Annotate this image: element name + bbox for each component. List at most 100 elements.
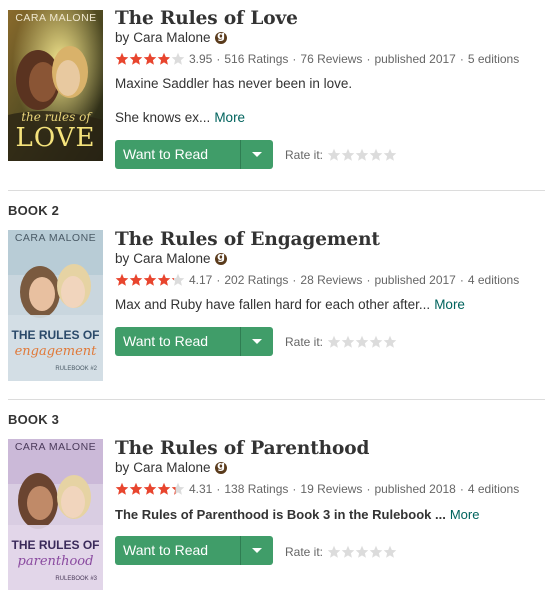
by-label: by	[115, 460, 130, 475]
rate-it-label-3: Rate it:	[285, 545, 324, 559]
description-line2-1: She knows ex... More	[115, 110, 245, 125]
published-1: published 2017	[374, 52, 456, 66]
description-line1-1: Maxine Saddler has never been in love.	[115, 76, 353, 91]
book-title-1[interactable]: The Rules of Love	[115, 8, 298, 29]
chevron-down-icon	[252, 339, 262, 344]
rating-stars-1	[115, 52, 185, 66]
author-link-2[interactable]: Cara Malone	[133, 251, 210, 266]
description-text-2: Max and Ruby have fallen hard for each o…	[115, 297, 431, 312]
more-link-3[interactable]: More	[450, 507, 480, 522]
rate-star-icon[interactable]	[327, 148, 341, 162]
rate-star-icon[interactable]	[383, 148, 397, 162]
goodreads-author-icon	[214, 29, 227, 44]
rate-star-icon[interactable]	[341, 335, 355, 349]
by-label: by	[115, 30, 130, 45]
reviews-count-2: 28 Reviews	[300, 273, 363, 287]
book-title-2[interactable]: The Rules of Engagement	[115, 229, 380, 250]
star-icon	[157, 273, 171, 286]
want-to-read-button-1[interactable]: Want to Read	[115, 140, 241, 169]
more-link-1[interactable]: More	[214, 110, 245, 125]
rate-stars-input-2[interactable]	[327, 335, 397, 349]
star-icon	[129, 273, 143, 286]
editions-link-2[interactable]: 4 editions	[468, 273, 519, 287]
rate-star-icon[interactable]	[341, 545, 355, 559]
author-link-3[interactable]: Cara Malone	[133, 460, 210, 475]
rate-star-icon[interactable]	[355, 545, 369, 559]
byline-1: by Cara Malone	[115, 29, 227, 45]
rating-stars-2	[115, 273, 185, 287]
want-to-read-group-1: Want to Read	[115, 140, 273, 169]
star-icon	[129, 482, 143, 495]
cover-author-1: CARA MALONE	[15, 12, 97, 24]
star-icon	[143, 273, 157, 286]
shelf-dropdown-button-3[interactable]	[241, 536, 273, 565]
rate-stars-input-1[interactable]	[327, 148, 397, 162]
want-to-read-group-3: Want to Read	[115, 536, 273, 565]
description-2: Max and Ruby have fallen hard for each o…	[115, 297, 465, 312]
cover-title-line1-1: the rules of	[21, 110, 91, 124]
rate-stars-input-3[interactable]	[327, 545, 397, 559]
star-icon	[115, 273, 129, 286]
star-icon	[129, 52, 143, 65]
star-icon	[171, 273, 185, 286]
byline-2: by Cara Malone	[115, 250, 227, 266]
byline-3: by Cara Malone	[115, 459, 227, 475]
goodreads-author-icon	[214, 459, 227, 474]
avg-rating-1: 3.95	[189, 52, 213, 66]
cover-author-2: CARA MALONE	[14, 232, 97, 244]
shelf-dropdown-button-1[interactable]	[241, 140, 273, 169]
editions-link-1[interactable]: 5 editions	[468, 52, 519, 66]
cover-series-2: RULEBOOK #2	[55, 366, 97, 372]
rate-star-icon[interactable]	[383, 545, 397, 559]
star-icon	[115, 52, 129, 65]
book-title-3[interactable]: The Rules of Parenthood	[115, 438, 369, 459]
cover-title-line1-2: THE RULES OF	[11, 328, 100, 342]
rate-it-3: Rate it:	[285, 545, 397, 559]
cover-series-3: RULEBOOK #3	[55, 576, 97, 582]
more-link-2[interactable]: More	[434, 297, 465, 312]
shelf-dropdown-button-2[interactable]	[241, 327, 273, 356]
description-3: The Rules of Parenthood is Book 3 in the…	[115, 507, 479, 522]
rate-it-2: Rate it:	[285, 335, 397, 349]
rate-star-icon[interactable]	[327, 545, 341, 559]
rating-meta-2: 4.17 · 202 Ratings · 28 Reviews · publis…	[115, 273, 519, 287]
star-icon	[171, 482, 185, 495]
rate-star-icon[interactable]	[341, 148, 355, 162]
divider-1	[8, 190, 545, 191]
author-link-1[interactable]: Cara Malone	[133, 30, 210, 45]
rate-star-icon[interactable]	[369, 148, 383, 162]
ratings-count-3: 138 Ratings	[224, 482, 289, 496]
cover-title-line1-3: THE RULES OF	[11, 538, 100, 552]
cover-title-line2-3: parenthood	[17, 554, 94, 569]
rate-star-icon[interactable]	[369, 545, 383, 559]
rate-star-icon[interactable]	[369, 335, 383, 349]
star-icon	[157, 52, 171, 65]
rate-star-icon[interactable]	[355, 335, 369, 349]
cover-title-line2-2: engagement	[14, 344, 97, 359]
reviews-count-1: 76 Reviews	[300, 52, 363, 66]
chevron-down-icon	[252, 152, 262, 157]
by-label: by	[115, 251, 130, 266]
rate-star-icon[interactable]	[383, 335, 397, 349]
rate-it-1: Rate it:	[285, 148, 397, 162]
rate-star-icon[interactable]	[355, 148, 369, 162]
avg-rating-3: 4.31	[189, 482, 213, 496]
ratings-count-1: 516 Ratings	[224, 52, 289, 66]
published-3: published 2018	[374, 482, 456, 496]
rating-stars-3	[115, 482, 185, 496]
rate-it-label-2: Rate it:	[285, 335, 324, 349]
star-icon	[171, 52, 185, 65]
chevron-down-icon	[252, 548, 262, 553]
ratings-count-2: 202 Ratings	[224, 273, 289, 287]
star-icon	[157, 482, 171, 495]
divider-2	[8, 399, 545, 400]
rate-star-icon[interactable]	[327, 335, 341, 349]
cover-author-3: CARA MALONE	[14, 441, 97, 453]
description-text-3: The Rules of Parenthood is Book 3 in the…	[115, 507, 446, 522]
want-to-read-button-3[interactable]: Want to Read	[115, 536, 241, 565]
editions-link-3[interactable]: 4 editions	[468, 482, 519, 496]
goodreads-author-icon	[214, 250, 227, 265]
want-to-read-button-2[interactable]: Want to Read	[115, 327, 241, 356]
reviews-count-3: 19 Reviews	[300, 482, 363, 496]
want-to-read-group-2: Want to Read	[115, 327, 273, 356]
